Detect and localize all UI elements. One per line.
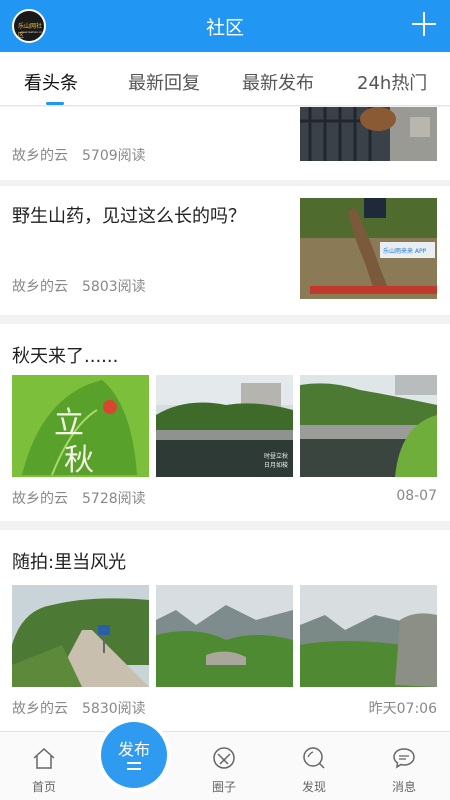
post-views: 5709阅读 (82, 148, 146, 164)
watermark-text: 乐山雨来来 APP (383, 247, 427, 255)
post-thumbnail[interactable]: 乐山雨来来 APP (300, 198, 437, 299)
post-image[interactable]: 时昼立秋 日月如梭 (156, 375, 293, 477)
nav-discover[interactable]: 发现 (274, 732, 354, 800)
image-text: 时昼立秋 (264, 452, 288, 460)
feed-tabs: 看头条 最新回复 最新发布 24h热门 (0, 52, 450, 106)
post-card[interactable]: 随拍:里当风光 故乡的云 5830阅读 昨天07:06 (0, 530, 450, 731)
post-image[interactable] (156, 585, 293, 687)
tab-headlines[interactable]: 看头条 (24, 69, 78, 95)
image-text: 秋 (64, 443, 94, 477)
home-icon (33, 747, 55, 769)
tab-latest-replies[interactable]: 最新回复 (128, 69, 200, 95)
post-meta: 故乡的云 5830阅读 (12, 698, 146, 718)
publish-button[interactable]: 发布 (101, 722, 167, 788)
add-post-icon[interactable] (412, 12, 436, 36)
post-meta: 故乡的云 5709阅读 (12, 145, 146, 165)
post-card[interactable]: 秋天来了...... 立 秋 时昼立秋 日月如梭 故乡的云 5728阅读 08-… (0, 324, 450, 521)
tab-24h-hot[interactable]: 24h热门 (357, 69, 427, 95)
image-text: 立 (54, 406, 84, 441)
post-title[interactable]: 野生山药，见过这么长的吗？ (12, 202, 246, 228)
post-feed[interactable]: 故乡的云 5709阅读 野生山药，见过这么长的吗？ 乐山雨来来 APP 故乡的云 5… (0, 107, 450, 731)
post-views: 5803阅读 (82, 279, 146, 295)
menu-lines-icon (127, 762, 141, 770)
post-date: 08-07 (396, 488, 437, 504)
post-card[interactable]: 野生山药，见过这么长的吗？ 乐山雨来来 APP 故乡的云 5803阅读 (0, 186, 450, 315)
post-image[interactable] (12, 585, 149, 687)
messages-icon (393, 748, 415, 769)
nav-home[interactable]: 首页 (4, 732, 84, 800)
post-image[interactable]: 立 秋 (12, 375, 149, 477)
tab-latest-posts[interactable]: 最新发布 (242, 69, 314, 95)
post-author[interactable]: 故乡的云 (12, 148, 68, 164)
top-app-bar: 乐山网社区 www.leshan.cn 社区 (0, 0, 450, 52)
active-tab-indicator (46, 102, 64, 105)
post-meta: 故乡的云 5803阅读 (12, 276, 146, 296)
post-title[interactable]: 随拍:里当风光 (12, 548, 126, 574)
image-text: 日月如梭 (264, 461, 288, 469)
post-title[interactable]: 秋天来了...... (12, 342, 118, 368)
post-meta: 故乡的云 5728阅读 (12, 488, 146, 508)
post-author[interactable]: 故乡的云 (12, 491, 68, 507)
post-image[interactable] (300, 375, 437, 477)
bottom-navigation: 首页 圈子 发现 消息 (0, 731, 450, 800)
post-date: 昨天07:06 (368, 701, 437, 717)
publish-label: 发布 (117, 740, 150, 759)
nav-circle-label: 圈子 (211, 780, 236, 794)
post-card[interactable]: 故乡的云 5709阅读 (0, 107, 450, 180)
nav-messages[interactable]: 消息 (364, 732, 444, 800)
nav-circle[interactable]: 圈子 (184, 732, 264, 800)
page-title: 社区 (205, 17, 244, 39)
post-image[interactable] (300, 585, 437, 687)
nav-messages-label: 消息 (391, 780, 416, 794)
post-thumbnail (300, 107, 437, 161)
post-views: 5728阅读 (82, 491, 146, 507)
post-author[interactable]: 故乡的云 (12, 279, 68, 295)
nav-home-label: 首页 (31, 780, 56, 794)
post-views: 5830阅读 (82, 701, 146, 717)
nav-discover-label: 发现 (301, 780, 326, 794)
circle-icon (213, 747, 235, 769)
discover-icon (303, 747, 325, 769)
post-author[interactable]: 故乡的云 (12, 701, 68, 717)
